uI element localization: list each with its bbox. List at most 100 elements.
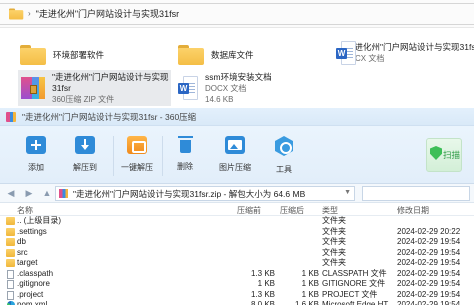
table-row[interactable]: .. (上级目录) 文件夹 (0, 216, 474, 227)
one-click-extract-label: 一键解压 (121, 163, 153, 172)
cell-name: .classpath (17, 268, 54, 278)
archive-path-box[interactable]: "走进化州"门户网站设计与实现31fsr.zip - 解包大小为 64.6 MB… (55, 186, 355, 201)
zip-archive-icon (21, 77, 45, 99)
navigation-bar: ◀ ▶ ▲ "走进化州"门户网站设计与实现31fsr.zip - 解包大小为 6… (0, 184, 474, 203)
folder-icon (6, 227, 15, 236)
toolbar: 添加 解压到 一键解压 删除 图片压缩 工具 扫描 (0, 126, 474, 184)
zip-archive-icon (59, 189, 68, 198)
add-icon (26, 136, 46, 154)
shield-icon (430, 146, 442, 160)
file-size: 14.6 KB (205, 94, 234, 104)
file-icon (7, 290, 14, 300)
folder-icon (20, 45, 46, 65)
delete-icon (177, 136, 193, 153)
cell-size: 8.0 KB (250, 300, 275, 305)
cell-modified: 2024-02-29 19:54 (397, 237, 461, 246)
tools-button[interactable]: 工具 (259, 133, 309, 179)
zip-window: "走进化州"门户网站设计与实现31fsr - 360压缩 添加 解压到 一键解压… (0, 108, 474, 305)
cell-modified: 2024-02-29 19:54 (397, 300, 461, 305)
file-name: "走进化州"门户网站设计与实现31fsr (343, 42, 474, 52)
add-button[interactable]: 添加 (11, 133, 61, 179)
folder-icon (6, 248, 15, 257)
folder-icon (6, 238, 15, 246)
forward-arrow-icon[interactable]: ▶ (22, 188, 36, 199)
cell-modified: 2024-02-29 19:54 (397, 289, 461, 299)
file-tile-selected[interactable]: "走进化州"门户网站设计与实现 31fsr 360压缩 ZIP 文件 (18, 70, 171, 106)
cell-compressed: 1.6 KB (294, 300, 319, 305)
column-size[interactable]: 压缩前 (237, 205, 261, 216)
cell-modified: 2024-02-29 19:54 (397, 247, 461, 257)
cell-name: .project (17, 289, 44, 299)
title-bar[interactable]: "走进化州"门户网站设计与实现31fsr - 360压缩 (0, 108, 474, 126)
file-type: DOCX 文档 (343, 54, 385, 63)
table-row[interactable]: .classpath 1.3 KB 1 KB CLASSPATH 文件 2024-02-… (0, 269, 474, 280)
up-arrow-icon[interactable]: ▲ (40, 188, 54, 198)
address-bar[interactable]: › "走进化州"门户网站设计与实现31fsr (0, 0, 474, 28)
table-row[interactable]: db 文件夹 2024-02-29 19:54 (0, 237, 474, 248)
file-tile[interactable]: 数据库文件 (178, 38, 328, 72)
tools-label: 工具 (276, 165, 292, 174)
word-doc-icon: W (178, 76, 198, 100)
cell-type: GITIGNORE 文件 (322, 279, 386, 288)
app-icon (6, 111, 16, 122)
cell-name: .settings (17, 226, 47, 236)
table-row[interactable]: target 文件夹 2024-02-29 19:54 (0, 258, 474, 269)
search-input[interactable] (362, 186, 470, 201)
address-path: "走进化州"门户网站设计与实现31fsr (35, 9, 180, 19)
file-tile[interactable]: W "走进化州"门户网站设计与实现31fsr DOCX 文档 (336, 36, 474, 70)
file-type: DOCX 文档 (205, 83, 247, 93)
extract-icon (75, 136, 95, 154)
image-compress-button[interactable]: 图片压缩 (210, 133, 260, 179)
table-row[interactable]: .settings 文件夹 2024-02-29 20:22 (0, 227, 474, 238)
cell-type: 文件夹 (322, 258, 346, 267)
back-arrow-icon[interactable]: ◀ (4, 188, 18, 199)
one-click-extract-button[interactable]: 一键解压 (112, 133, 162, 179)
add-label: 添加 (28, 163, 44, 172)
cell-modified: 2024-02-29 19:54 (397, 258, 461, 267)
cell-type: 文件夹 (322, 237, 346, 246)
column-compressed[interactable]: 压缩后 (280, 205, 304, 216)
archive-path: "走进化州"门户网站设计与实现31fsr.zip - 解包大小为 64.6 MB (73, 188, 306, 199)
column-header: 名称 压缩前 压缩后 类型 修改日期 (0, 203, 474, 216)
edge-browser-icon (7, 301, 15, 305)
one-click-extract-icon (127, 136, 147, 154)
cell-modified: 2024-02-29 20:22 (397, 226, 461, 236)
cell-size: 1 KB (257, 279, 275, 288)
cell-type: PROJECT 文件 (322, 289, 378, 299)
extract-to-button[interactable]: 解压到 (60, 133, 110, 179)
table-row[interactable]: pom.xml 8.0 KB 1.6 KB Microsoft Edge HT... 2… (0, 300, 474, 305)
cell-type: 文件夹 (322, 226, 346, 236)
column-modified[interactable]: 修改日期 (397, 205, 429, 216)
delete-button[interactable]: 删除 (160, 133, 210, 179)
window-title: "走进化州"门户网站设计与实现31fsr - 360压缩 (22, 111, 197, 122)
cell-compressed: 1 KB (301, 289, 319, 299)
scan-button[interactable]: 扫描 (426, 138, 462, 172)
image-compress-icon (225, 136, 245, 154)
cell-size: 1.3 KB (250, 289, 275, 299)
scan-label: 扫描 (443, 150, 461, 160)
chevron-right-icon: › (28, 9, 31, 18)
cell-type: CLASSPATH 文件 (322, 268, 387, 278)
folder-icon (6, 259, 15, 267)
extract-to-label: 解压到 (73, 163, 97, 172)
cell-type: 文件夹 (322, 216, 346, 225)
table-row[interactable]: .gitignore 1 KB 1 KB GITIGNORE 文件 2024-02-29… (0, 279, 474, 290)
column-type[interactable]: 类型 (322, 205, 338, 216)
cell-name: src (17, 247, 28, 257)
table-row[interactable]: .project 1.3 KB 1 KB PROJECT 文件 2024-02-29 1… (0, 290, 474, 301)
file-type: 360压缩 ZIP 文件 (52, 94, 115, 104)
chevron-down-icon[interactable]: ▼ (344, 189, 351, 196)
cell-name: .gitignore (17, 279, 50, 288)
cell-type: Microsoft Edge HT... (322, 300, 395, 305)
file-list: .. (上级目录) 文件夹 .settings 文件夹 2024-02-29 20:22… (0, 216, 474, 305)
file-tile[interactable]: W ssm环境安装文档 DOCX 文档 14.6 KB (178, 70, 328, 106)
folder-icon (6, 217, 15, 225)
column-name[interactable]: 名称 (17, 205, 33, 216)
table-row[interactable]: src 文件夹 2024-02-29 19:54 (0, 248, 474, 259)
file-name-line2: 31fsr (52, 82, 71, 93)
image-compress-label: 图片压缩 (219, 163, 251, 172)
cell-name: target (17, 258, 38, 267)
file-tile[interactable]: 环境部署软件 (20, 38, 170, 72)
folder-icon (9, 8, 24, 19)
file-name: ssm环境安装文档 (205, 71, 272, 82)
